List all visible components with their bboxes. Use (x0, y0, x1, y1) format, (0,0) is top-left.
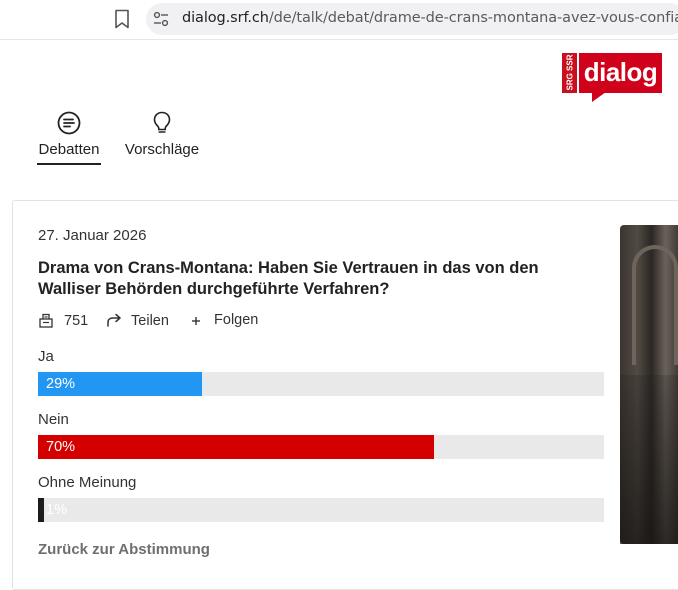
result-percent-nein: 70% (46, 439, 76, 455)
photo-shade (620, 375, 678, 544)
photo-arch-detail (632, 245, 678, 365)
result-bar-ja: 29% (38, 372, 604, 396)
debate-list-icon (57, 111, 81, 135)
dialog-logo[interactable]: SRG SSR dialog (562, 53, 662, 102)
result-percent-ja: 29% (46, 376, 76, 392)
ballot-box-icon (39, 313, 53, 328)
back-to-vote-link[interactable]: Zurück zur Abstimmung (38, 541, 210, 558)
option-label-nein: Nein (38, 411, 69, 428)
bookmark-icon[interactable] (113, 9, 131, 29)
tab-label: Debatten (38, 141, 100, 158)
logo-wordmark: dialog (579, 53, 662, 93)
option-label-ohne-meinung: Ohne Meinung (38, 474, 137, 491)
follow-label: Folgen (214, 312, 259, 328)
share-button[interactable]: Teilen (106, 312, 169, 329)
active-tab-indicator (37, 163, 101, 165)
url-text[interactable]: dialog.srf.ch/de/talk/debat/drame-de-cra… (182, 10, 678, 26)
tab-label: Vorschläge (124, 141, 200, 158)
site-settings-icon[interactable] (152, 10, 170, 28)
srg-ssr-mark: SRG SSR (562, 53, 577, 93)
logo-speech-tail (592, 92, 606, 102)
tab-debatten[interactable]: Debatten (37, 110, 101, 165)
share-label: Teilen (131, 313, 169, 329)
tab-vorschlaege[interactable]: Vorschläge (124, 110, 200, 158)
result-percent-ohne-meinung: 1% (46, 502, 67, 518)
share-icon (107, 313, 121, 327)
vote-count-value: 751 (64, 313, 89, 329)
option-label-ja: Ja (38, 348, 54, 365)
lightbulb-icon (153, 111, 171, 133)
browser-toolbar: dialog.srf.ch/de/talk/debat/drame-de-cra… (0, 0, 678, 40)
follow-button[interactable]: Folgen (190, 312, 258, 328)
result-fill-ohne-meinung (38, 498, 44, 522)
poll-title[interactable]: Drama von Crans-Montana: Haben Sie Vertr… (38, 258, 598, 300)
vote-count: 751 (38, 312, 88, 329)
result-fill-nein (38, 435, 435, 459)
article-photo[interactable] (620, 225, 678, 544)
poll-date: 27. Januar 2026 (38, 227, 147, 244)
result-bar-nein: 70% (38, 435, 604, 459)
plus-icon (192, 317, 200, 325)
result-bar-ohne-meinung: 1% (38, 498, 604, 522)
